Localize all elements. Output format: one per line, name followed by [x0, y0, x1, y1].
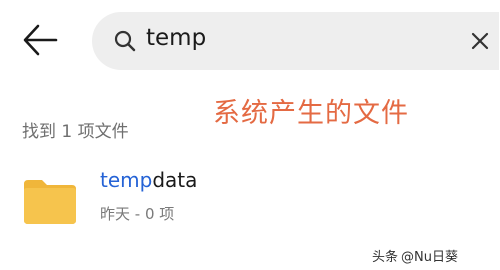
result-count: 找到 1 项文件 — [22, 122, 129, 142]
search-bar[interactable]: temp — [92, 12, 499, 70]
folder-icon — [24, 180, 76, 224]
annotation-text: 系统产生的文件 — [213, 98, 409, 129]
file-name: tempdata — [100, 168, 197, 192]
search-input[interactable]: temp — [146, 25, 206, 51]
close-icon[interactable] — [470, 31, 490, 51]
list-item[interactable]: tempdata 昨天 - 0 项 — [0, 160, 500, 230]
search-icon — [114, 30, 136, 52]
file-meta: 昨天 - 0 项 — [100, 205, 175, 223]
watermark: 头条 @Nu日葵 — [372, 246, 458, 265]
watermark-logo: 头条 — [372, 250, 399, 265]
file-name-match: temp — [100, 168, 153, 192]
watermark-handle: @Nu日葵 — [401, 250, 458, 265]
back-button[interactable] — [20, 22, 60, 58]
arrow-left-icon — [23, 24, 58, 56]
file-name-rest: data — [152, 168, 198, 192]
